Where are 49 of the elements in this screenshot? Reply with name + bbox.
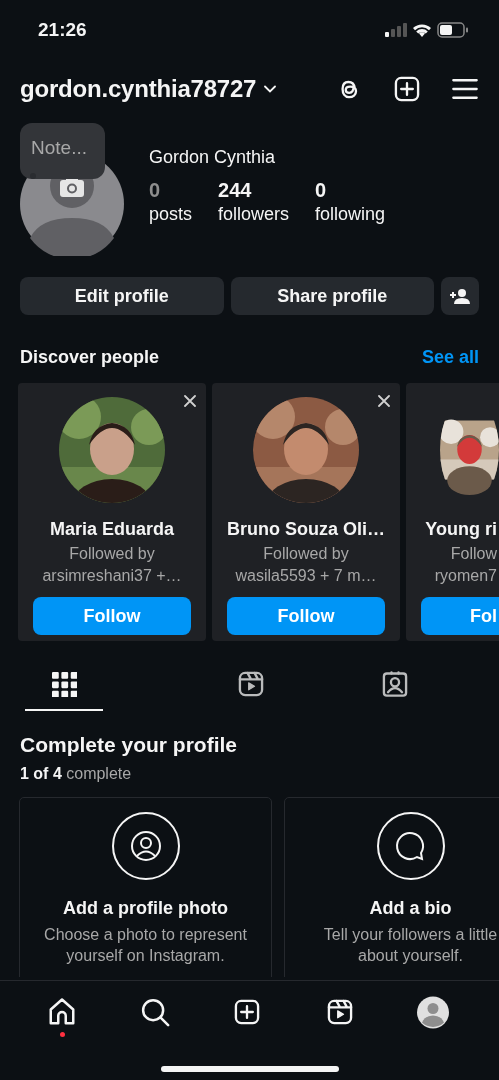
stat-value: 0 bbox=[315, 179, 328, 202]
mutual-followers: arsimreshani37 +… bbox=[41, 566, 183, 586]
chevron-down-icon[interactable] bbox=[264, 85, 277, 93]
display-name: Gordon Cynthia bbox=[149, 147, 277, 168]
new-post-icon[interactable] bbox=[393, 75, 421, 103]
stat-label: followers bbox=[218, 204, 290, 225]
mutual-followers: wasila5593 + 7 m… bbox=[234, 566, 378, 586]
reels-icon bbox=[237, 670, 265, 698]
section-title: Complete your profile bbox=[20, 733, 239, 757]
task-description: Choose a photo to represent yourself on Instagram. bbox=[43, 925, 248, 966]
note-tooltip[interactable]: Note... bbox=[20, 123, 105, 179]
task-description: Tell your followers a little about yourself. bbox=[322, 925, 499, 966]
status-time: 21:26 bbox=[38, 19, 87, 41]
add-person-icon bbox=[450, 288, 470, 304]
share-profile-button[interactable]: Share profile bbox=[230, 277, 434, 315]
signal-icon bbox=[385, 23, 407, 37]
stat-value: 0 bbox=[149, 179, 162, 202]
edit-profile-button[interactable]: Edit profile bbox=[20, 277, 224, 315]
person-name: Young ri bbox=[424, 519, 497, 540]
close-icon[interactable] bbox=[184, 395, 196, 407]
person-name: Maria Eduarda bbox=[48, 519, 175, 540]
home-icon bbox=[47, 997, 78, 1027]
see-all-link[interactable]: See all bbox=[421, 347, 479, 368]
section-title: Discover people bbox=[20, 347, 160, 368]
followed-by-label: Followed by bbox=[262, 544, 350, 564]
followed-by-label: Follow bbox=[449, 544, 497, 564]
username[interactable]: gordon.cynthia78727 bbox=[20, 75, 257, 103]
speech-bubble-icon bbox=[376, 812, 445, 880]
followed-by-label: Followed by bbox=[68, 544, 156, 564]
search-icon bbox=[139, 997, 170, 1027]
close-icon[interactable] bbox=[378, 395, 390, 407]
mutual-followers: ryomen7 bbox=[433, 566, 497, 586]
person-name: Bruno Souza Oli… bbox=[226, 519, 386, 540]
progress-text: 1 of 4 complete bbox=[20, 765, 133, 783]
stat-value: 244 bbox=[218, 179, 253, 202]
reels-icon bbox=[326, 998, 355, 1026]
avatar-icon bbox=[416, 995, 449, 1029]
new-post-icon bbox=[233, 998, 262, 1026]
grid-icon bbox=[51, 671, 77, 697]
battery-icon bbox=[437, 22, 469, 38]
person-circle-icon bbox=[111, 812, 180, 880]
stat-label: following bbox=[315, 204, 386, 225]
task-title: Add a profile photo bbox=[62, 898, 229, 919]
add-person-button[interactable] bbox=[441, 277, 479, 315]
stat-label: posts bbox=[149, 204, 193, 225]
nav-button[interactable] bbox=[416, 996, 449, 1028]
task-title: Add a bio bbox=[368, 898, 453, 919]
wifi-icon bbox=[412, 22, 432, 38]
tagged-person-icon bbox=[381, 670, 409, 698]
